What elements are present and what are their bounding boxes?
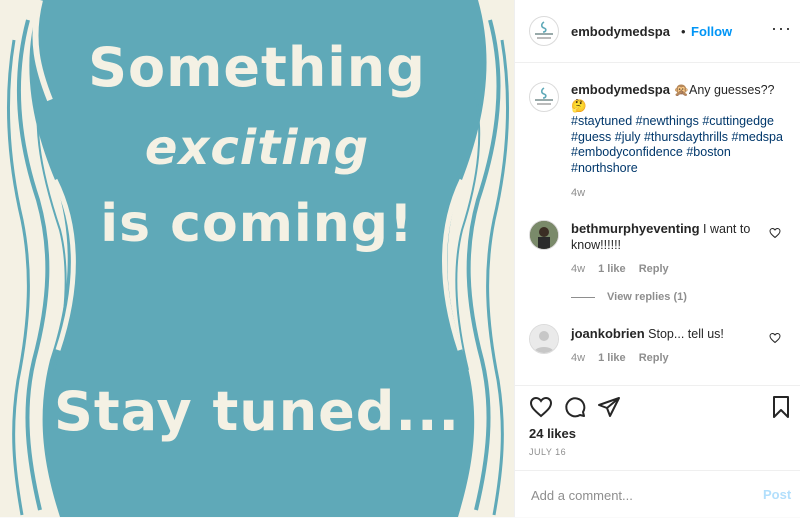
image-text-line-2: exciting — [144, 120, 370, 176]
share-icon[interactable] — [597, 395, 621, 419]
caption-avatar[interactable] — [529, 82, 559, 112]
bookmark-icon[interactable] — [769, 395, 793, 419]
follow-button[interactable]: Follow — [691, 24, 732, 39]
comment-1-time[interactable]: 4w — [571, 263, 585, 275]
comment-2-time[interactable]: 4w — [571, 352, 585, 364]
caption-hashtags[interactable]: #staytuned #newthings #cuttingedge #gues… — [571, 114, 783, 175]
profile-photo-icon — [530, 221, 558, 249]
comment-2-meta: 4w 1 like Reply — [571, 352, 669, 364]
commenter-avatar[interactable] — [529, 220, 559, 250]
embody-logo-icon — [535, 87, 553, 105]
image-text-line-3: is coming! — [100, 194, 414, 254]
comment-2: joankobrien Stop... tell us! — [571, 326, 761, 343]
image-text-line-1: Something — [88, 36, 426, 99]
image-text-line-4: Stay tuned... — [53, 380, 460, 443]
embody-logo-icon — [535, 21, 553, 39]
header-username[interactable]: embodymedspa — [571, 24, 670, 39]
comment-2-text: Stop... tell us! — [644, 327, 724, 341]
comment-1-username[interactable]: bethmurphyeventing — [571, 221, 700, 236]
header-separator: • — [681, 24, 686, 39]
post-date[interactable]: JULY 16 — [529, 447, 566, 457]
view-replies-divider — [571, 297, 595, 298]
avatar-embodymedspa[interactable] — [529, 16, 559, 46]
more-options-icon[interactable]: ··· — [771, 18, 792, 39]
default-avatar-icon — [530, 325, 558, 353]
post-caption: embodymedspa 🙊Any guesses?? 🤔 #staytuned… — [571, 82, 785, 176]
add-comment-bar: Post — [515, 470, 800, 518]
caption-time[interactable]: 4w — [571, 187, 585, 199]
comment-like-heart-icon[interactable] — [769, 332, 781, 344]
add-comment-input[interactable] — [529, 485, 743, 505]
post-image[interactable]: Something exciting is coming! Stay tuned… — [0, 0, 514, 517]
comment-icon[interactable] — [563, 395, 587, 419]
post-comment-button[interactable]: Post — [763, 487, 791, 502]
comment-2-username[interactable]: joankobrien — [571, 326, 645, 341]
comment-like-heart-icon[interactable] — [769, 227, 781, 239]
post-header: embodymedspa • Follow ··· — [515, 0, 800, 63]
likes-count[interactable]: 24 likes — [529, 426, 576, 441]
comment-1-likes[interactable]: 1 like — [598, 263, 626, 275]
comment-1-meta: 4w 1 like Reply — [571, 263, 669, 275]
instagram-post-modal: Something exciting is coming! Stay tuned… — [0, 0, 800, 517]
post-side-panel: embodymedspa • Follow ··· embodymedspa 🙊… — [514, 0, 800, 517]
comment-1-reply-button[interactable]: Reply — [639, 263, 669, 275]
caption-username[interactable]: embodymedspa — [571, 82, 670, 97]
heart-icon[interactable] — [529, 395, 553, 419]
view-replies-button[interactable]: View replies (1) — [607, 291, 687, 303]
comment-1: bethmurphyeventing I want to know!!!!!! — [571, 221, 761, 253]
comment-2-reply-button[interactable]: Reply — [639, 352, 669, 364]
comment-2-likes[interactable]: 1 like — [598, 352, 626, 364]
commenter-avatar[interactable] — [529, 324, 559, 354]
